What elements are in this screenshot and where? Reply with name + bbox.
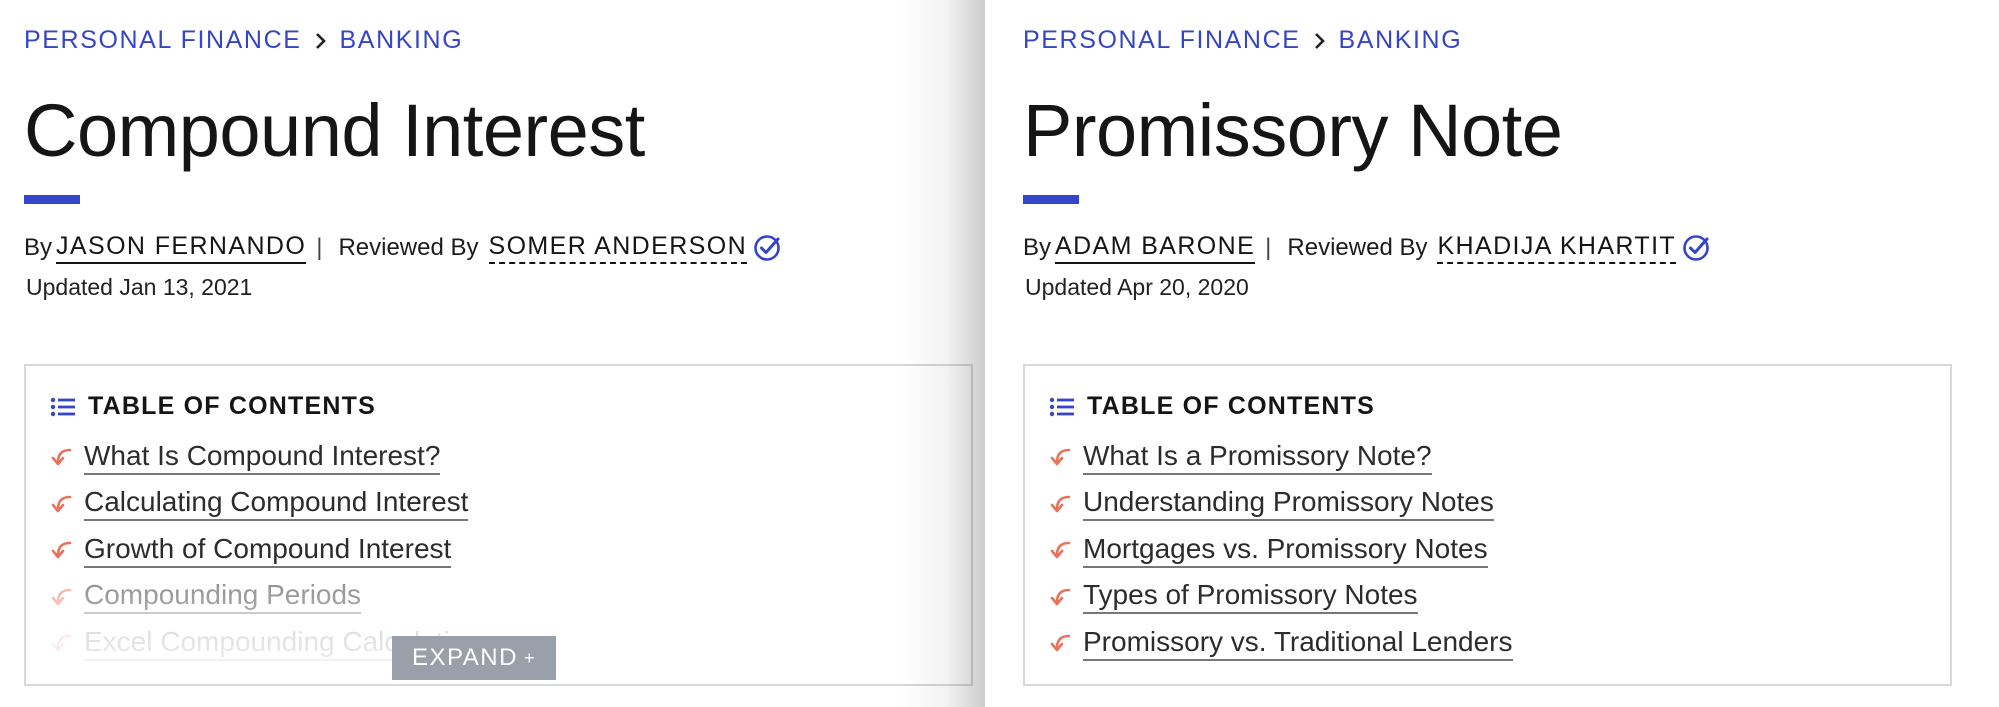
toc-item: Understanding Promissory Notes xyxy=(1049,481,1513,528)
reviewer-link[interactable]: KHADIJA KHARTIT xyxy=(1437,232,1677,264)
toc-item: Promissory vs. Traditional Lenders xyxy=(1049,620,1513,667)
toc-title: TABLE OF CONTENTS xyxy=(88,392,376,420)
page-title: Compound Interest xyxy=(24,89,645,172)
verified-check-icon xyxy=(1682,233,1712,263)
toc-header: TABLE OF CONTENTS xyxy=(1049,392,1375,421)
chevron-right-icon xyxy=(1313,31,1327,51)
toc-item: Mortgages vs. Promissory Notes xyxy=(1049,527,1513,574)
curved-arrow-icon xyxy=(50,445,74,469)
list-icon xyxy=(1049,396,1075,418)
curved-arrow-icon xyxy=(50,492,74,516)
toc-list: What Is Compound Interest? Calculating C… xyxy=(50,434,481,667)
by-label: By xyxy=(24,234,53,261)
toc-link[interactable]: Compounding Periods xyxy=(84,579,362,615)
title-underline-accent xyxy=(24,195,80,204)
article-panel-compound-interest: PERSONAL FINANCE BANKING Compound Intere… xyxy=(0,0,985,707)
toc-link[interactable]: What Is a Promissory Note? xyxy=(1083,440,1432,475)
toc-link[interactable]: Calculating Compound Interest xyxy=(84,486,469,522)
toc-item: Growth of Compound Interest xyxy=(50,527,481,574)
toc-link[interactable]: What Is Compound Interest? xyxy=(84,440,441,475)
curved-arrow-icon xyxy=(1049,492,1073,516)
list-icon xyxy=(50,396,76,418)
breadcrumb-banking[interactable]: BANKING xyxy=(340,26,464,55)
toc-item: Calculating Compound Interest xyxy=(50,481,481,528)
breadcrumb-personal-finance[interactable]: PERSONAL FINANCE xyxy=(1023,26,1301,55)
breadcrumb: PERSONAL FINANCE BANKING xyxy=(1023,26,1462,55)
curved-arrow-icon xyxy=(1049,585,1073,609)
curved-arrow-icon xyxy=(50,631,74,655)
article-panel-promissory-note: PERSONAL FINANCE BANKING Promissory Note… xyxy=(985,0,1999,707)
reviewer-link[interactable]: SOMER ANDERSON xyxy=(488,232,748,264)
toc-item: What Is Compound Interest? xyxy=(50,434,481,481)
curved-arrow-icon xyxy=(50,538,74,562)
byline-separator: | xyxy=(1265,234,1272,261)
chevron-right-icon xyxy=(314,31,328,51)
byline-separator: | xyxy=(316,234,323,261)
curved-arrow-icon xyxy=(1049,631,1073,655)
plus-icon: + xyxy=(523,647,536,668)
author-link[interactable]: JASON FERNANDO xyxy=(56,232,307,264)
byline: By ADAM BARONE | Reviewed By KHADIJA KHA… xyxy=(1023,232,1712,264)
toc-link[interactable]: Mortgages vs. Promissory Notes xyxy=(1083,533,1488,568)
expand-label: EXPAND xyxy=(412,644,518,671)
page-title: Promissory Note xyxy=(1023,89,1563,172)
updated-date: Updated Jan 13, 2021 xyxy=(26,274,253,300)
curved-arrow-icon xyxy=(1049,445,1073,469)
expand-button[interactable]: EXPAND + xyxy=(392,636,556,680)
updated-date: Updated Apr 20, 2020 xyxy=(1025,274,1249,300)
curved-arrow-icon xyxy=(1049,538,1073,562)
by-label: By xyxy=(1023,234,1052,261)
breadcrumb: PERSONAL FINANCE BANKING xyxy=(24,26,463,55)
toc-link[interactable]: Growth of Compound Interest xyxy=(84,533,452,568)
verified-check-icon xyxy=(753,233,783,263)
table-of-contents: TABLE OF CONTENTS What Is a Promissory N… xyxy=(1023,364,1952,686)
curved-arrow-icon xyxy=(50,585,74,609)
toc-item: What Is a Promissory Note? xyxy=(1049,434,1513,481)
toc-item: Types of Promissory Notes xyxy=(1049,574,1513,621)
toc-title: TABLE OF CONTENTS xyxy=(1087,392,1375,420)
title-underline-accent xyxy=(1023,195,1079,204)
toc-link[interactable]: Types of Promissory Notes xyxy=(1083,579,1418,615)
reviewed-by-label: Reviewed By xyxy=(1287,234,1428,261)
breadcrumb-personal-finance[interactable]: PERSONAL FINANCE xyxy=(24,26,302,55)
toc-header: TABLE OF CONTENTS xyxy=(50,392,376,421)
byline: By JASON FERNANDO | Reviewed By SOMER AN… xyxy=(24,232,783,264)
breadcrumb-banking[interactable]: BANKING xyxy=(1339,26,1463,55)
toc-link[interactable]: Promissory vs. Traditional Lenders xyxy=(1083,626,1513,661)
toc-link[interactable]: Understanding Promissory Notes xyxy=(1083,486,1494,522)
toc-list: What Is a Promissory Note? Understanding… xyxy=(1049,434,1513,667)
author-link[interactable]: ADAM BARONE xyxy=(1055,232,1256,264)
toc-item: Compounding Periods xyxy=(50,574,481,621)
reviewed-by-label: Reviewed By xyxy=(338,234,479,261)
